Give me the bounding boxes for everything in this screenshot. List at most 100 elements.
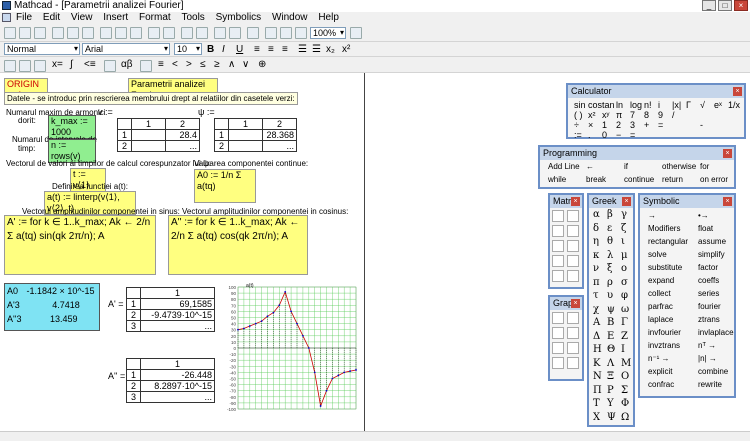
greek-letter[interactable]: ε (607, 223, 612, 234)
calc-key[interactable]: 9 (658, 110, 663, 120)
greek-letter[interactable]: ψ (607, 304, 615, 315)
greek-letter[interactable]: β (607, 209, 613, 220)
calculus-toolbar-icon[interactable]: ∫ (70, 59, 73, 71)
symbolic-key[interactable]: substitute (648, 263, 682, 272)
programming-key[interactable]: if (624, 162, 628, 171)
zoom-select[interactable]: 100% (310, 27, 346, 39)
insert-component-icon[interactable] (280, 27, 292, 39)
greek-letter[interactable]: Υ (607, 398, 614, 409)
greek-letter[interactable]: ξ (607, 263, 613, 274)
greek-letter[interactable]: Τ (593, 398, 600, 409)
calc-key[interactable]: 8 (644, 110, 649, 120)
print-preview-icon[interactable] (67, 27, 79, 39)
symbolic-key[interactable]: expand (648, 276, 674, 285)
print-icon[interactable] (52, 27, 64, 39)
symbolic-key[interactable]: laplace (648, 315, 673, 324)
align-down-icon[interactable] (196, 27, 208, 39)
save-icon[interactable] (34, 27, 46, 39)
calc-key[interactable]: := (574, 130, 582, 140)
greek-close-icon[interactable]: × (622, 197, 631, 206)
calc-key[interactable]: = (630, 130, 635, 140)
menu-symbolics[interactable]: Symbolics (216, 12, 262, 24)
programming-key[interactable]: Add Line (548, 162, 580, 171)
insert-unit-icon[interactable] (229, 27, 241, 39)
matrix-tool-icon[interactable] (567, 240, 579, 252)
xor-button[interactable]: ⊕ (258, 59, 266, 71)
insert-function-icon[interactable] (214, 27, 226, 39)
or-button[interactable]: ∨ (242, 59, 249, 71)
symbolic-key[interactable]: nᵀ → (698, 341, 716, 350)
a0-definition[interactable]: A0 := 1/n Σ a(tq) (194, 169, 256, 203)
greek-letter[interactable]: Φ (621, 398, 629, 409)
greek-letter[interactable]: Ξ (607, 371, 614, 382)
greek-letter[interactable]: Δ (593, 331, 600, 342)
align-right-button[interactable]: ≡ (282, 44, 288, 56)
calc-key[interactable]: Γ (686, 100, 691, 110)
greek-letter[interactable]: κ (593, 250, 599, 261)
calc-key[interactable]: 7 (630, 110, 635, 120)
resource-center-icon[interactable] (295, 27, 307, 39)
a-of-t-plot[interactable]: 1009080706050403020100-10-20-30-40-50-60… (222, 281, 362, 413)
graph-tool-icon[interactable] (567, 342, 579, 354)
matrix-tool-icon[interactable] (567, 225, 579, 237)
calc-key[interactable]: π (616, 110, 622, 120)
greek-letter[interactable]: Ι (621, 344, 625, 355)
greek-letter[interactable]: Κ (593, 358, 600, 369)
programming-key[interactable]: ← (586, 162, 594, 171)
close-button[interactable]: × (734, 0, 748, 11)
symbolic-key[interactable]: combine (698, 367, 728, 376)
greek-letter[interactable]: γ (621, 209, 627, 220)
minimize-button[interactable]: _ (702, 0, 716, 11)
symbolic-key[interactable]: series (698, 289, 719, 298)
symbolic-key[interactable]: collect (648, 289, 671, 298)
menu-view[interactable]: View (71, 12, 93, 24)
symbolic-toolbar-icon[interactable] (140, 60, 152, 72)
copy-icon[interactable] (115, 27, 127, 39)
symbolic-key[interactable]: invztrans (648, 341, 680, 350)
define-button[interactable]: ≡ (158, 59, 164, 71)
bold-button[interactable]: B (207, 44, 214, 56)
symbolic-close-icon[interactable]: × (723, 197, 732, 206)
greek-letter[interactable]: Ψ (607, 412, 616, 423)
programming-key[interactable]: for (700, 162, 709, 171)
greek-letter[interactable]: Μ (621, 358, 631, 369)
v-table[interactable]: 12 1 28.4 2... (117, 118, 200, 152)
open-icon[interactable] (19, 27, 31, 39)
matrix-tool-icon[interactable] (552, 210, 564, 222)
calc-key[interactable]: . (588, 130, 591, 140)
calculator-close-icon[interactable]: × (733, 87, 742, 96)
programming-key[interactable]: return (662, 175, 683, 184)
calc-key[interactable]: 3 (630, 120, 635, 130)
matrix-tool-icon[interactable] (552, 255, 564, 267)
graph-toolbar-icon[interactable] (19, 60, 31, 72)
superscript-button[interactable]: x² (342, 44, 350, 56)
symbolic-key[interactable]: rectangular (648, 237, 688, 246)
greek-letter[interactable]: Α (593, 317, 600, 328)
graph-tool-icon[interactable] (552, 357, 564, 369)
symbolic-key[interactable]: |n| → (698, 354, 717, 363)
symbolic-key[interactable]: invlaplace (698, 328, 734, 337)
paste-icon[interactable] (130, 27, 142, 39)
underline-button[interactable]: U (236, 44, 243, 56)
align-left-button[interactable]: ≡ (254, 44, 260, 56)
greek-letter[interactable]: χ (593, 304, 599, 315)
matrix-toolbar-icon[interactable] (34, 60, 46, 72)
menu-format[interactable]: Format (139, 12, 171, 24)
calc-key[interactable]: x² (588, 110, 596, 120)
greek-letter[interactable]: τ (593, 290, 599, 301)
greek-letter[interactable]: ζ (621, 223, 626, 234)
numbering-button[interactable]: ☰ (312, 44, 321, 56)
greek-letter[interactable]: ο (621, 263, 627, 274)
align-across-icon[interactable] (181, 27, 193, 39)
sine-program[interactable]: A' := for k ∈ 1..k_max; Ak ← 2/n Σ a(tq)… (4, 215, 156, 275)
calc-key[interactable]: − (616, 130, 621, 140)
new-icon[interactable] (4, 27, 16, 39)
symbolic-key[interactable]: •→ (698, 211, 709, 220)
calculate-icon[interactable] (247, 27, 259, 39)
symbolic-key[interactable]: parfrac (648, 302, 673, 311)
maximize-button[interactable]: □ (718, 0, 732, 11)
symbolic-key[interactable]: ztrans (698, 315, 720, 324)
calc-key[interactable]: / (672, 110, 675, 120)
matrix-tool-icon[interactable] (567, 210, 579, 222)
symbolic-key[interactable]: coeffs (698, 276, 719, 285)
